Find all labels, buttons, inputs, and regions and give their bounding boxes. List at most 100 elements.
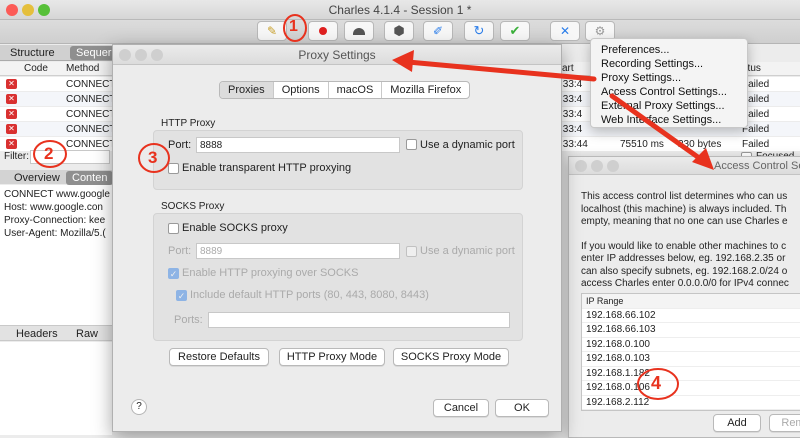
menu-item-external-proxy-settings[interactable]: External Proxy Settings... (591, 99, 747, 113)
request-panel: CONNECT www.google Host: www.google.con … (0, 185, 112, 325)
request-line: Proxy-Connection: kee (4, 215, 106, 226)
error-icon: ✕ (6, 109, 17, 119)
menu-item-web-interface-settings[interactable]: Web Interface Settings... (591, 113, 747, 127)
refresh-icon[interactable]: ↻ (464, 21, 494, 41)
cancel-button[interactable]: Cancel (433, 399, 489, 417)
access-zoom-button[interactable] (607, 160, 619, 172)
socks-proxy-group: Enable SOCKS proxy Port: Use a dynamic p… (153, 213, 523, 341)
error-icon: ✕ (6, 94, 17, 104)
ip-row[interactable]: 192.168.2.112 (582, 396, 800, 410)
tab-raw[interactable]: Raw (70, 327, 104, 341)
window-titlebar: Charles 4.1.4 - Session 1 * (0, 0, 800, 20)
settings-menu: Preferences... Recording Settings... Pro… (590, 38, 748, 128)
http-dynamic-port-checkbox[interactable] (406, 139, 417, 150)
http-dynamic-port-label: Use a dynamic port (420, 139, 515, 151)
menu-item-access-control-settings[interactable]: Access Control Settings... (591, 85, 747, 99)
menu-item-preferences[interactable]: Preferences... (591, 43, 747, 57)
access-description: This access control list determines who … (581, 191, 789, 289)
tab-options[interactable]: Options (274, 82, 329, 98)
col-method[interactable]: Method (66, 62, 99, 76)
socks-proxy-section-label: SOCKS Proxy (161, 201, 225, 212)
ip-range-header: IP Range (582, 294, 800, 309)
help-button[interactable]: ? (131, 399, 147, 415)
socks-port-label: Port: (168, 245, 192, 257)
tab-mozilla-firefox[interactable]: Mozilla Firefox (382, 82, 469, 98)
ports-input[interactable] (208, 312, 510, 328)
transparent-proxy-checkbox[interactable] (168, 163, 179, 174)
tab-proxies[interactable]: Proxies (220, 82, 274, 98)
enable-socks-checkbox[interactable] (168, 223, 179, 234)
annotation-number-2: 2 (44, 144, 54, 163)
tab-sequence[interactable]: Sequer (70, 46, 118, 60)
access-minimize-button[interactable] (591, 160, 603, 172)
ip-row[interactable]: 192.168.1.182 (582, 367, 800, 381)
ports-label: Ports: (174, 314, 203, 326)
record-icon[interactable] (308, 21, 338, 41)
tools-icon[interactable]: ✕ (550, 21, 580, 41)
dialog-minimize-button[interactable] (135, 49, 147, 61)
minimize-window-button[interactable] (22, 4, 34, 16)
close-window-button[interactable] (6, 4, 18, 16)
ip-row[interactable]: 192.168.0.100 (582, 338, 800, 352)
tab-structure[interactable]: Structure (4, 46, 61, 60)
http-over-socks-label: Enable HTTP proxying over SOCKS (182, 267, 359, 279)
tab-macos[interactable]: macOS (329, 82, 383, 98)
ok-button[interactable]: OK (495, 399, 549, 417)
row-method: CONNECT (66, 124, 116, 135)
dialog-tabs: Proxies Options macOS Mozilla Firefox (219, 81, 471, 99)
row-time: :33:44 (560, 139, 588, 150)
turtle-icon[interactable] (344, 21, 374, 41)
proxy-settings-dialog: Proxy Settings Proxies Options macOS Moz… (112, 44, 562, 432)
broom-icon[interactable]: ✎ (257, 21, 287, 41)
http-port-label: Port: (168, 139, 192, 151)
tab-contents[interactable]: Conten (66, 171, 114, 185)
dialog-zoom-button[interactable] (151, 49, 163, 61)
pen-icon[interactable]: ✐ (423, 21, 453, 41)
http-proxy-group: Port: Use a dynamic port Enable transpar… (153, 130, 523, 190)
menu-item-recording-settings[interactable]: Recording Settings... (591, 57, 747, 71)
enable-socks-label: Enable SOCKS proxy (182, 222, 288, 234)
ip-row[interactable]: 192.168.0.106 (582, 381, 800, 396)
http-over-socks-checkbox[interactable]: ✓ (168, 268, 179, 279)
socks-proxy-mode-button[interactable]: SOCKS Proxy Mode (393, 348, 509, 366)
ip-row[interactable]: 192.168.0.103 (582, 352, 800, 367)
zoom-window-button[interactable] (38, 4, 50, 16)
restore-defaults-button[interactable]: Restore Defaults (169, 348, 269, 366)
check-icon[interactable]: ✔ (500, 21, 530, 41)
tab-overview[interactable]: Overview (8, 171, 66, 185)
row-method: CONNECT (66, 109, 116, 120)
socks-dynamic-port-checkbox[interactable] (406, 246, 417, 257)
default-ports-checkbox[interactable]: ✓ (176, 290, 187, 301)
ip-range-table[interactable]: IP Range 192.168.66.102 192.168.66.103 1… (581, 293, 800, 411)
dialog-close-button[interactable] (119, 49, 131, 61)
add-ip-button[interactable]: Add (713, 414, 761, 432)
access-title: Access Control Se (569, 157, 800, 175)
http-port-input[interactable] (196, 137, 400, 153)
tab-headers[interactable]: Headers (10, 327, 64, 341)
filter-input[interactable] (30, 150, 110, 164)
socks-dynamic-port-label: Use a dynamic port (420, 245, 515, 257)
request-line: CONNECT www.google (4, 189, 110, 200)
annotation-number-4: 4 (651, 373, 662, 393)
row-time: :33:4 (560, 124, 583, 135)
ip-row[interactable]: 192.168.66.103 (582, 323, 800, 338)
socks-port-input[interactable] (196, 243, 400, 259)
request-line: User-Agent: Mozilla/5.( (4, 228, 106, 239)
hexagon-stop-icon[interactable]: ⬢ (384, 21, 414, 41)
filter-label: Filter: (4, 151, 29, 162)
row-time: :33:4 (560, 79, 583, 90)
annotation-number-1: 1 (289, 18, 298, 35)
request-line: Host: www.google.con (4, 202, 103, 213)
access-close-button[interactable] (575, 160, 587, 172)
menu-item-proxy-settings[interactable]: Proxy Settings... (591, 71, 747, 85)
remove-ip-button[interactable]: Rem (769, 414, 800, 432)
col-start[interactable]: art (562, 62, 574, 76)
col-code[interactable]: Code (24, 62, 48, 76)
access-control-window: Access Control Se This access control li… (568, 156, 800, 438)
error-icon: ✕ (6, 79, 17, 89)
error-icon: ✕ (6, 139, 17, 149)
response-panel (0, 342, 112, 435)
row-size: 230 bytes (678, 139, 722, 150)
http-proxy-mode-button[interactable]: HTTP Proxy Mode (279, 348, 385, 366)
ip-row[interactable]: 192.168.66.102 (582, 309, 800, 323)
